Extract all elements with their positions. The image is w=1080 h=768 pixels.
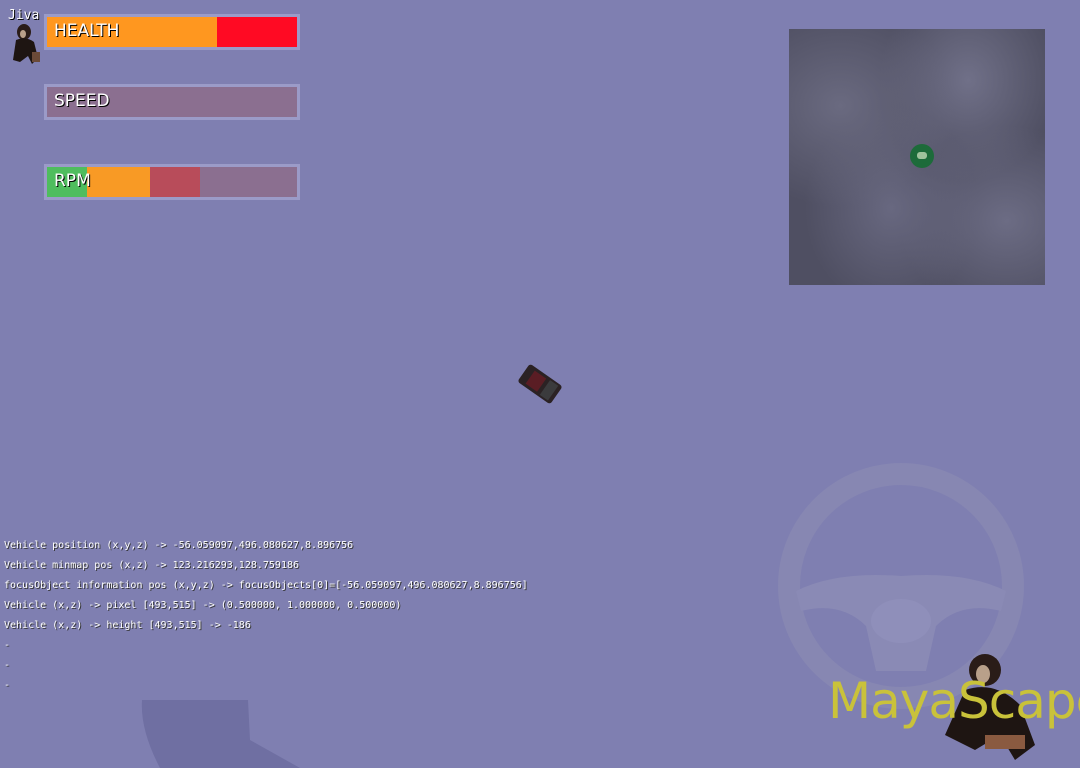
rpm-label: RPM [54, 171, 91, 191]
debug-line: Vehicle (x,z) -> pixel [493,515] -> (0.5… [4, 600, 402, 611]
speed-label: SPEED [54, 91, 110, 111]
debug-line: Vehicle (x,z) -> height [493,515] -> -18… [4, 620, 251, 631]
mayascape-logo: MayaScape [828, 672, 1080, 730]
health-bar: HEALTH [44, 14, 300, 50]
debug-line: Vehicle minmap pos (x,z) -> 123.216293,1… [4, 560, 300, 571]
rpm-segment-red [149, 167, 200, 197]
minimap[interactable] [789, 29, 1045, 285]
vehicle [518, 364, 562, 404]
rpm-segment-orange [87, 167, 150, 197]
minimap-player-marker [910, 144, 934, 168]
health-label: HEALTH [54, 21, 120, 41]
monkey-avatar-icon [13, 24, 40, 64]
debug-line: focusObject information pos (x,y,z) -> f… [4, 580, 528, 591]
debug-line: Vehicle position (x,y,z) -> -56.059097,4… [4, 540, 354, 551]
debug-line: - [4, 680, 11, 691]
debug-line: - [4, 660, 11, 671]
speed-bar: SPEED [44, 84, 300, 120]
debug-line: - [4, 640, 11, 651]
gear-shifter-icon [141, 700, 300, 768]
player-name: Jiva [8, 8, 40, 23]
rpm-bar: RPM [44, 164, 300, 200]
